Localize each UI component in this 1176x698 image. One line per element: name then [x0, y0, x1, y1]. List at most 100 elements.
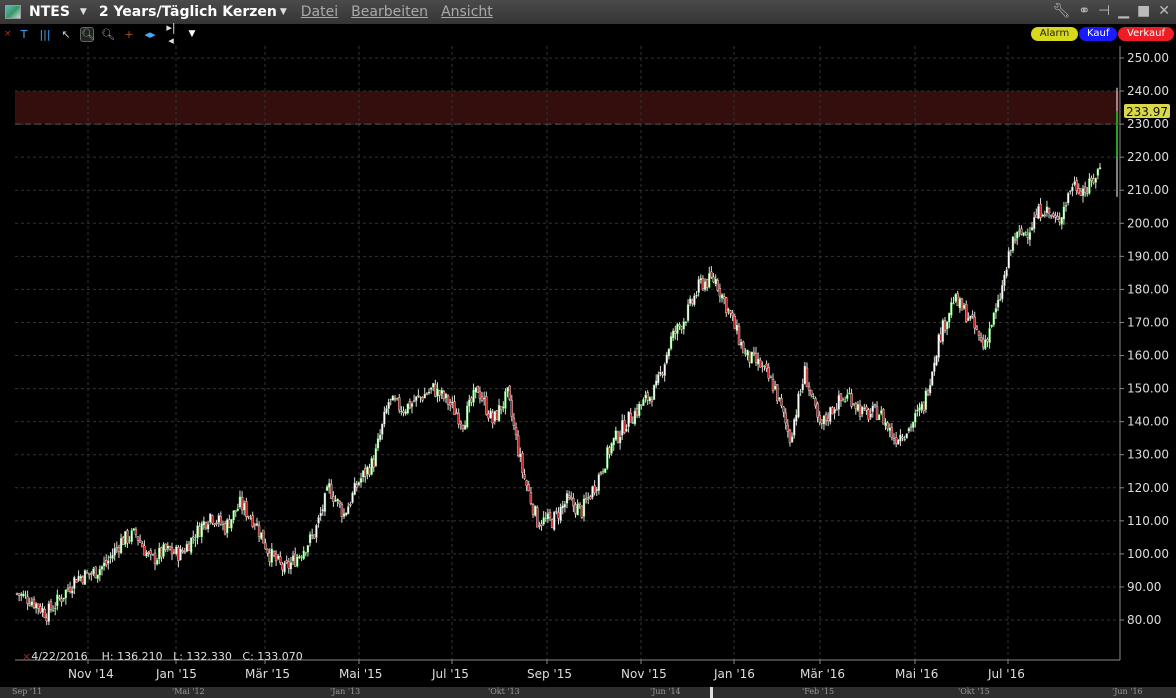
candle-body [77, 575, 80, 582]
candle-body [389, 398, 392, 401]
candle-body [183, 551, 186, 553]
candle-body [608, 447, 611, 455]
candle-body [300, 556, 303, 559]
candle-body [28, 603, 31, 606]
candle-body [215, 522, 218, 525]
candle-body [958, 298, 962, 309]
candle-body [843, 400, 847, 403]
candle-body [344, 512, 348, 516]
candle-body [372, 458, 375, 468]
candle-body [274, 553, 278, 562]
candle-body [659, 371, 662, 375]
candle-body [402, 410, 405, 413]
candle-body [686, 304, 690, 322]
candle-body [189, 537, 193, 554]
candle-body [177, 547, 180, 562]
candle-body [788, 429, 792, 443]
candle-body [293, 553, 297, 567]
candle-body [722, 296, 726, 300]
scroller-handle[interactable] [710, 687, 713, 698]
candle-body [776, 384, 779, 402]
candle-body [708, 273, 711, 288]
candle-body [421, 397, 424, 401]
candle-body [415, 396, 418, 402]
candle-body [323, 492, 327, 512]
candle-body [907, 428, 911, 432]
candle-body [497, 404, 501, 422]
candle-body [124, 530, 127, 545]
candle-body [432, 382, 435, 388]
candle-body [971, 314, 974, 317]
candle-body [41, 607, 44, 613]
candle-body [279, 556, 282, 564]
candle-body [967, 317, 970, 322]
candle-body [1077, 188, 1080, 194]
candle-body [440, 389, 443, 395]
candle-body [119, 537, 123, 554]
candle-body [508, 385, 511, 400]
candle-body [491, 412, 494, 424]
candle-body [257, 525, 261, 537]
candle-body [793, 419, 796, 436]
candle-body [572, 497, 575, 507]
y-tick-label: 200.00 [1127, 216, 1169, 230]
scroller-label: 'Mai '12 [172, 687, 205, 696]
candle-body [559, 506, 562, 522]
candle-body [759, 359, 762, 368]
candle-body [160, 547, 163, 558]
candle-body [102, 562, 106, 567]
candle-body [317, 517, 320, 524]
candle-body [264, 542, 267, 550]
candle-body [625, 428, 628, 432]
candle-body [487, 413, 490, 419]
candle-body [536, 507, 539, 528]
candle-body [196, 525, 199, 539]
candle-body [495, 410, 499, 420]
candle-body [943, 320, 947, 331]
candle-body [147, 552, 150, 554]
candle-body [266, 548, 269, 554]
candle-body [512, 417, 516, 426]
candle-body [410, 402, 414, 408]
candle-body [780, 397, 783, 406]
candle-body [835, 409, 838, 411]
candle-body [695, 294, 698, 297]
candle-body [1056, 216, 1059, 220]
candle-body [903, 438, 906, 441]
candle-body [310, 534, 314, 537]
time-scroller[interactable]: Sep '11 'Mai '12 'Jan '13 'Okt '13 'Jun '14 '… [0, 687, 1176, 698]
candle-body [882, 409, 885, 425]
candle-body [1032, 217, 1036, 230]
candle-body [678, 324, 681, 327]
candle-body [892, 438, 896, 441]
candle-body [368, 467, 371, 476]
candle-body [739, 341, 743, 346]
candle-body [172, 552, 176, 554]
candle-body [589, 496, 592, 500]
candle-body [621, 420, 624, 436]
candle-body [446, 395, 450, 405]
x-tick-label: Mär '15 [245, 667, 291, 681]
candle-body [737, 325, 741, 345]
candle-body [134, 529, 138, 535]
candle-body [374, 448, 378, 467]
candle-body [654, 380, 658, 387]
candle-body [1030, 227, 1034, 231]
candle-body [459, 421, 463, 425]
candle-body [56, 594, 59, 607]
close-small-icon[interactable]: × [22, 650, 31, 663]
candle-body [580, 505, 584, 518]
candle-body [325, 486, 329, 491]
candle-body [94, 566, 97, 579]
x-tick-label: Nov '14 [68, 667, 114, 681]
candle-body [714, 278, 717, 285]
candle-body [676, 323, 679, 335]
candle-body [984, 339, 987, 349]
candle-body [905, 433, 908, 439]
candle-body [209, 513, 212, 523]
candle-body [107, 560, 110, 564]
price-chart[interactable]: 80.00 90.00 100.00 110.00 120.00 130.00 140.00… [0, 0, 1176, 698]
candle-body [1045, 206, 1049, 214]
candle-body [761, 365, 764, 367]
x-tick-label: Mai '15 [339, 667, 383, 681]
